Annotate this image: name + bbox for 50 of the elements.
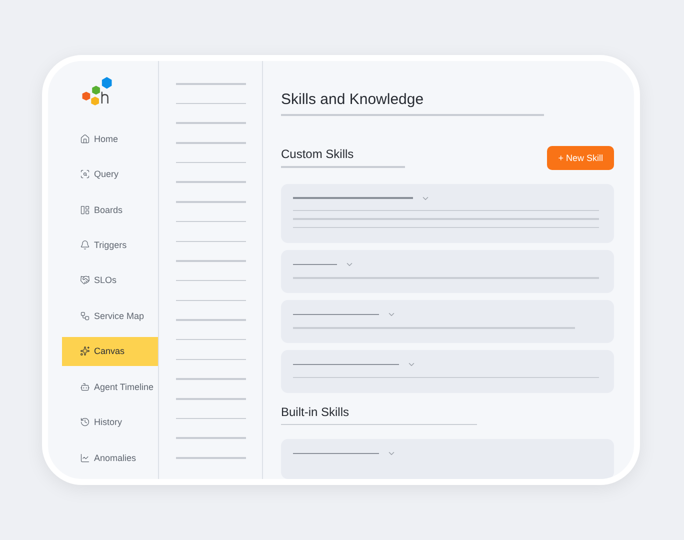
placeholder-line: [176, 181, 246, 183]
placeholder-line: [176, 437, 246, 439]
placeholder-line: [293, 264, 337, 266]
placeholder-line: [176, 260, 246, 262]
nav-item[interactable]: Query: [62, 160, 158, 188]
nav-icon: [80, 382, 90, 392]
placeholder-line: [176, 300, 246, 302]
placeholder-line: [176, 418, 246, 420]
nav-icon: [80, 204, 90, 215]
skill-card[interactable]: [281, 350, 614, 393]
nav-item[interactable]: Agent Timeline: [62, 372, 158, 402]
placeholder-line: [176, 162, 246, 164]
placeholder-line: [176, 142, 246, 144]
skill-card[interactable]: [281, 439, 614, 479]
nav-item[interactable]: SLOs: [62, 266, 158, 295]
placeholder-line: [176, 358, 246, 360]
nav-item[interactable]: Triggers: [62, 230, 158, 260]
placeholder-line: [176, 457, 246, 459]
placeholder-line: [176, 220, 246, 222]
section-title: Built-in Skills: [281, 404, 350, 421]
skill-card[interactable]: [281, 300, 614, 343]
nav-icon: [80, 134, 90, 144]
nav-item[interactable]: Boards: [62, 195, 158, 224]
placeholder-line: [176, 102, 246, 104]
placeholder-line: [176, 398, 246, 400]
placeholder-line: [176, 122, 246, 124]
nav-item[interactable]: History: [62, 408, 158, 437]
nav-icon: [80, 240, 90, 250]
placeholder-line: [176, 83, 246, 84]
nav-icon: [80, 275, 90, 286]
nav-icon: [80, 169, 90, 180]
page-title: Skills and Knowledge: [281, 91, 425, 110]
skill-card[interactable]: [281, 184, 614, 244]
section-title: Custom Skills: [281, 147, 355, 164]
placeholder-line: [176, 240, 246, 242]
placeholder-line: [176, 338, 246, 340]
nav-item[interactable]: Service Map: [62, 302, 158, 330]
new-skill-button[interactable]: + New Skill: [547, 146, 614, 170]
placeholder-line: [176, 280, 246, 282]
nav-icon: [80, 346, 90, 356]
skill-card[interactable]: [281, 250, 614, 294]
nav-item[interactable]: Canvas: [62, 337, 158, 366]
placeholder-line: [176, 378, 246, 380]
nav-item[interactable]: Home: [62, 124, 158, 153]
nav-item[interactable]: Anomalies: [62, 444, 158, 472]
placeholder-line: [176, 201, 246, 203]
placeholder-line: [176, 319, 246, 321]
nav-icon: [80, 452, 90, 463]
nav-icon: [80, 310, 90, 321]
nav-icon: [80, 417, 90, 428]
